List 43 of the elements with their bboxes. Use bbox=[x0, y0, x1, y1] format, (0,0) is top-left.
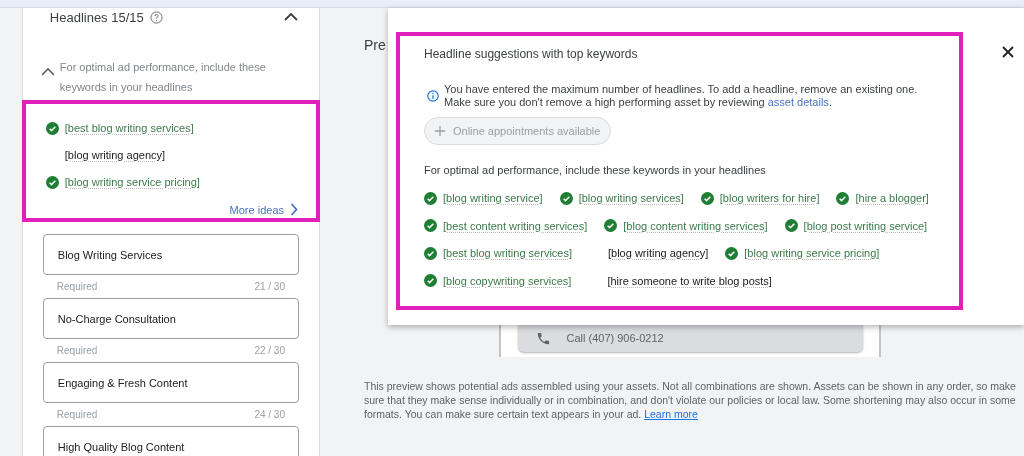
keyword[interactable]: [blog post writing service] bbox=[803, 217, 928, 234]
helper-text: Required bbox=[56, 408, 98, 422]
help-icon[interactable] bbox=[149, 11, 163, 25]
disclaimer-text: This preview shows potential ads assembled using your assets. Not all combinations are shown. Assets can be shown in any order, so make sure that they make sense individually or in combination, and don't violate our policies or local law. Some shortening may also occur in some formats. You can make sure certain text appears in your ad. Learn more bbox=[364, 379, 1017, 421]
info-message: You have entered the maximum number of headlines. To add a headline, remove an existing one. Make sure you don't remove a high performing asset by reviewing asset details. bbox=[444, 83, 919, 109]
keyword[interactable]: [blog writing agency] bbox=[64, 146, 166, 164]
section-title: Headlines 15/15 bbox=[49, 9, 144, 27]
keyword[interactable]: [hire someone to write blog posts] bbox=[607, 272, 772, 289]
keyword[interactable]: [best blog writing services] bbox=[64, 119, 194, 137]
keyword[interactable]: [blog writing service pricing] bbox=[64, 173, 200, 191]
preview-title: Pre bbox=[364, 36, 386, 55]
learn-more-link[interactable]: Learn more bbox=[644, 408, 698, 420]
call-button[interactable]: Call (407) 906-0212 bbox=[517, 325, 863, 352]
keyword[interactable]: [blog copywriting services] bbox=[443, 272, 572, 289]
keyword[interactable]: [hire a blogger] bbox=[855, 190, 929, 207]
headline-input[interactable]: Engaging & Fresh Content bbox=[42, 362, 299, 403]
headline-input[interactable]: Blog Writing Services bbox=[42, 234, 299, 275]
hint-text: For optimal ad performance, include these keywords in your headlines bbox=[59, 59, 267, 95]
headline-input[interactable]: No-Charge Consultation bbox=[42, 298, 299, 339]
helper-text: Required bbox=[56, 344, 98, 358]
helper-text: Required bbox=[56, 280, 98, 294]
chevron-right-icon bbox=[290, 203, 298, 217]
info-icon bbox=[427, 90, 439, 102]
keywords-hint: For optimal ad performance, include these keywords in your headlines bbox=[424, 163, 767, 178]
headline-input[interactable]: High Quality Blog Content bbox=[42, 426, 299, 456]
keyword[interactable]: [best blog writing services] bbox=[443, 245, 572, 262]
asset-details-link[interactable]: asset details bbox=[767, 96, 829, 108]
dialog-title: Headline suggestions with top keywords bbox=[424, 46, 639, 63]
keyword[interactable]: [blog content writing services] bbox=[623, 217, 768, 234]
more-ideas-link[interactable]: More ideas bbox=[229, 201, 298, 218]
character-count: 21 / 30 bbox=[254, 280, 285, 294]
keyword[interactable]: [blog writing services] bbox=[578, 190, 684, 207]
character-count: 24 / 30 bbox=[254, 408, 285, 422]
plus-icon bbox=[435, 126, 445, 136]
keyword[interactable]: [blog writing agency] bbox=[608, 245, 709, 262]
character-count: 22 / 30 bbox=[254, 344, 285, 358]
caret-up-icon[interactable] bbox=[40, 66, 55, 76]
phone-icon bbox=[535, 331, 551, 346]
keyword[interactable]: [blog writing service] bbox=[443, 190, 543, 207]
keyword[interactable]: [blog writers for hire] bbox=[719, 190, 820, 207]
close-icon[interactable] bbox=[1002, 46, 1014, 58]
keyword[interactable]: [best content writing services] bbox=[443, 217, 588, 234]
keyword[interactable]: [blog writing service pricing] bbox=[744, 245, 880, 262]
